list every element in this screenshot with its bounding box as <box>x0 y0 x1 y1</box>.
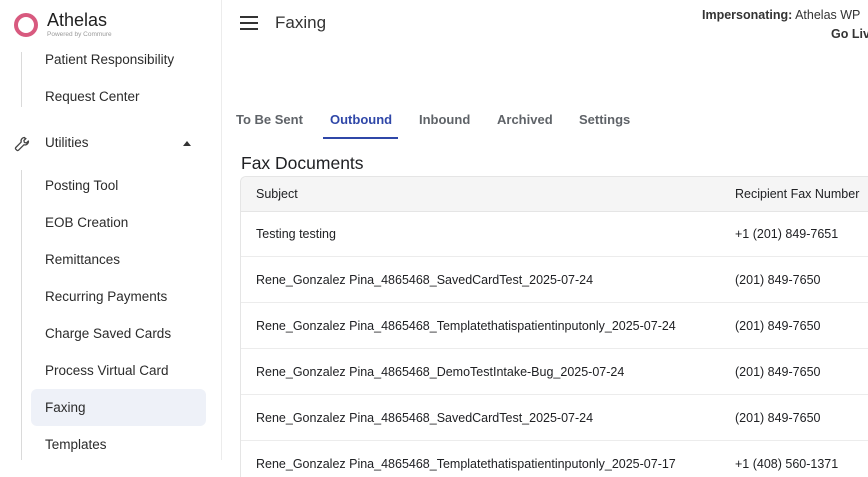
impersonating-value: Athelas WP <box>795 8 861 22</box>
column-header-recipient-fax[interactable]: Recipient Fax Number <box>735 187 859 201</box>
brand-logo[interactable]: Athelas Powered by Commure <box>14 8 112 42</box>
impersonating-label: Impersonating: <box>702 8 793 22</box>
sidebar-item-request-center[interactable]: Request Center <box>31 78 206 115</box>
sidebar-group-label: Utilities <box>45 135 89 150</box>
column-header-subject[interactable]: Subject <box>256 187 298 201</box>
cell-fax-number: (201) 849-7650 <box>735 272 821 287</box>
fax-documents-table: Subject Recipient Fax Number Testing tes… <box>240 176 868 477</box>
sidebar-item-charge-saved-cards[interactable]: Charge Saved Cards <box>31 315 206 352</box>
cell-fax-number: (201) 849-7650 <box>735 410 821 425</box>
nav-rail <box>21 52 22 107</box>
cell-fax-number: +1 (408) 560-1371 <box>735 456 839 471</box>
page-title: Faxing <box>275 13 327 32</box>
table-row[interactable]: Rene_Gonzalez Pina_4865468_SavedCardTest… <box>241 395 868 441</box>
sidebar-item-posting-tool[interactable]: Posting Tool <box>31 167 206 204</box>
cell-subject: Rene_Gonzalez Pina_4865468_Templatethati… <box>256 456 676 471</box>
cell-fax-number: (201) 849-7650 <box>735 318 821 333</box>
cell-fax-number: (201) 849-7650 <box>735 364 821 379</box>
sidebar-item-recurring-payments[interactable]: Recurring Payments <box>31 278 206 315</box>
table-row[interactable]: Testing testing +1 (201) 849-7651 <box>241 212 868 257</box>
brand-text: Athelas Powered by Commure <box>47 11 112 39</box>
table-header: Subject Recipient Fax Number <box>241 177 868 212</box>
cell-subject: Rene_Gonzalez Pina_4865468_SavedCardTest… <box>256 410 594 425</box>
table-row[interactable]: Rene_Gonzalez Pina_4865468_Templatethati… <box>241 441 868 477</box>
tab-to-be-sent[interactable]: To Be Sent <box>236 112 303 127</box>
sidebar-item-eob-creation[interactable]: EOB Creation <box>31 204 206 241</box>
sidebar-item-process-virtual-card[interactable]: Process Virtual Card <box>31 352 206 389</box>
cell-subject: Rene_Gonzalez Pina_4865468_Templatethati… <box>256 318 676 333</box>
cell-subject: Testing testing <box>256 227 336 241</box>
sidebar-item-patient-responsibility[interactable]: Patient Responsibility <box>45 52 174 67</box>
table-row[interactable]: Rene_Gonzalez Pina_4865468_DemoTestIntak… <box>241 349 868 395</box>
sidebar-item-templates[interactable]: Templates <box>31 426 206 460</box>
tab-inbound[interactable]: Inbound <box>419 112 470 127</box>
tab-outbound[interactable]: Outbound <box>330 112 392 127</box>
sidebar-item-remittances[interactable]: Remittances <box>31 241 206 278</box>
sidebar-item-faxing[interactable]: Faxing <box>31 389 206 426</box>
active-tab-indicator <box>323 137 398 139</box>
cell-fax-number: +1 (201) 849-7651 <box>735 227 839 241</box>
tab-archived[interactable]: Archived <box>497 112 553 127</box>
brand-name: Athelas <box>47 10 108 30</box>
wrench-icon <box>14 136 30 152</box>
tab-settings[interactable]: Settings <box>579 112 630 127</box>
sidebar: Athelas Powered by Commure Patient Respo… <box>0 0 222 460</box>
nav-rail <box>21 170 22 460</box>
impersonation-status: Impersonating: Athelas WP <box>702 8 860 22</box>
go-live-link[interactable]: Go Liv <box>831 27 868 41</box>
table-row[interactable]: Rene_Gonzalez Pina_4865468_SavedCardTest… <box>241 257 868 303</box>
table-row[interactable]: Rene_Gonzalez Pina_4865468_Templatethati… <box>241 303 868 349</box>
cell-subject: Rene_Gonzalez Pina_4865468_SavedCardTest… <box>256 272 594 287</box>
cell-subject: Rene_Gonzalez Pina_4865468_DemoTestIntak… <box>256 364 625 379</box>
brand-subtitle: Powered by Commure <box>47 31 112 38</box>
sidebar-group-utilities[interactable]: Utilities <box>0 126 221 162</box>
athelas-logo-icon <box>14 13 38 37</box>
menu-icon[interactable] <box>240 16 258 30</box>
chevron-up-icon[interactable] <box>183 141 191 146</box>
section-title: Fax Documents <box>241 153 364 173</box>
